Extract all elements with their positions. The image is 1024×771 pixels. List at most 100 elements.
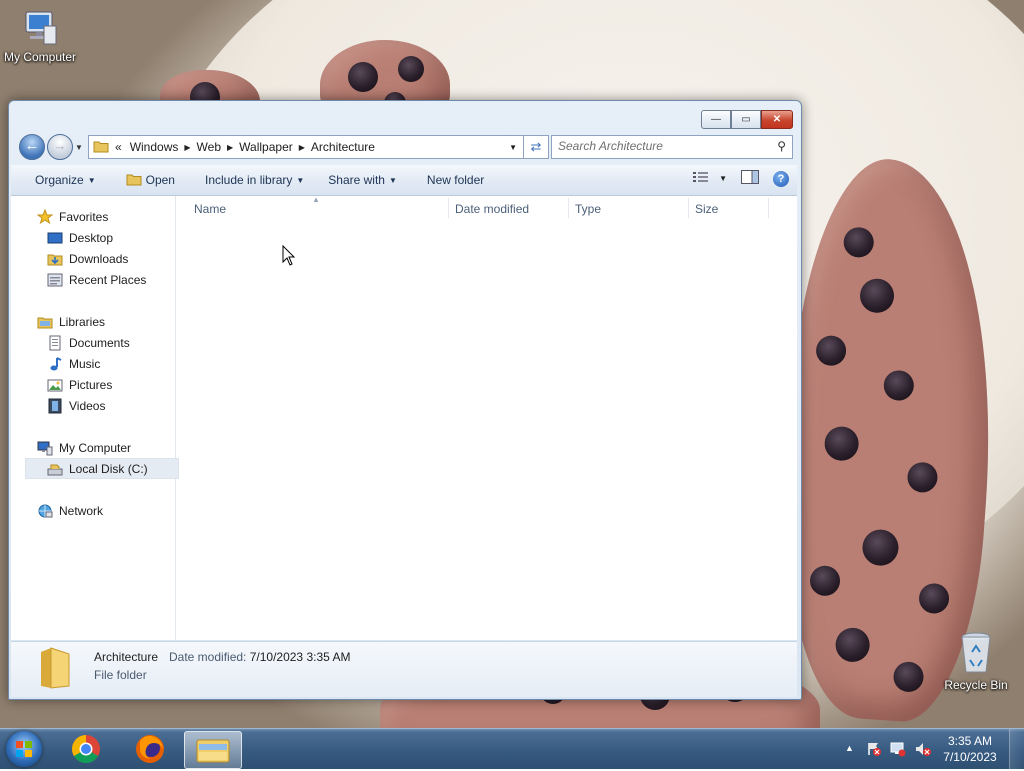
title-bar[interactable]: — ▭ ✕ [9, 101, 801, 131]
change-view-button[interactable]: ▼ [693, 171, 727, 186]
volume-muted-icon[interactable] [914, 741, 932, 760]
search-input[interactable] [552, 136, 764, 156]
network-status-icon[interactable] [890, 741, 906, 760]
folder-icon [37, 646, 73, 693]
include-in-library-menu[interactable]: Include in library ▼ [187, 173, 316, 187]
nav-label: Documents [69, 335, 130, 350]
nav-label: Local Disk (C:) [69, 461, 148, 476]
nav-label: Favorites [59, 209, 109, 224]
desktop-icon-my-computer[interactable]: My Computer [0, 8, 80, 64]
view-controls: ▼ ? [693, 170, 789, 187]
taskbar: ▲ 3:35 AM 7/10/2023 [0, 728, 1024, 769]
start-button[interactable] [6, 731, 42, 767]
taskbar-chrome[interactable] [58, 731, 114, 767]
documents-icon [47, 335, 63, 351]
command-bar: Organize ▼ Open Include in library ▼ Sha… [11, 165, 797, 196]
file-explorer-icon [196, 739, 230, 763]
clock[interactable]: 3:35 AM 7/10/2023 [940, 733, 1000, 765]
nav-downloads[interactable]: Downloads [47, 248, 128, 269]
nav-local-disk[interactable]: Local Disk (C:) [25, 458, 179, 479]
column-size[interactable]: Size [695, 202, 718, 216]
column-divider[interactable] [568, 198, 569, 218]
nav-my-computer[interactable]: My Computer [37, 437, 131, 458]
new-folder-label: New folder [426, 173, 485, 187]
clock-date: 7/10/2023 [943, 750, 997, 764]
address-segment-architecture[interactable]: Architecture [305, 140, 381, 154]
address-overflow[interactable]: « [109, 140, 128, 154]
nav-recent-places[interactable]: Recent Places [47, 269, 146, 290]
hard-drive-icon [47, 461, 63, 477]
search-icon[interactable]: ⚲ [777, 139, 786, 153]
preview-pane-icon [741, 170, 759, 184]
videos-icon [47, 398, 63, 414]
details-pane: Architecture Date modified: 7/10/2023 3:… [11, 641, 797, 697]
nav-label: Network [59, 503, 104, 518]
column-divider[interactable] [768, 198, 769, 218]
maximize-button[interactable]: ▭ [731, 110, 761, 129]
back-button[interactable]: ← [19, 134, 45, 160]
address-dropdown-icon[interactable]: ▼ [509, 143, 517, 152]
minimize-button[interactable]: — [701, 110, 731, 129]
nav-network[interactable]: Network [37, 500, 103, 521]
address-segment-windows[interactable]: Windows [128, 140, 185, 154]
help-icon[interactable]: ? [773, 170, 789, 187]
nav-favorites[interactable]: Favorites [36, 206, 109, 227]
nav-label: Libraries [59, 314, 106, 329]
computer-icon [37, 440, 53, 456]
show-hidden-icons-icon[interactable]: ▲ [845, 743, 854, 753]
address-segment-web[interactable]: Web [191, 140, 227, 154]
content-area: Favorites Desktop Downloads Recent Place… [11, 195, 797, 640]
recycle-bin-icon [956, 630, 996, 676]
address-segment-wallpaper[interactable]: Wallpaper [233, 140, 299, 154]
nav-music[interactable]: Music [47, 353, 100, 374]
nav-pictures[interactable]: Pictures [47, 374, 112, 395]
details-date-modified: Date modified: 7/10/2023 3:35 AM [169, 650, 350, 664]
action-center-icon[interactable] [866, 741, 882, 760]
file-list[interactable] [176, 220, 796, 640]
details-type: File folder [94, 668, 147, 682]
navigation-row: ← → ▼ « Windows ▶ Web ▶ Wallpaper ▶ Arch… [9, 131, 801, 163]
chevron-down-icon: ▼ [296, 175, 305, 185]
column-name[interactable]: Name [194, 202, 226, 216]
nav-videos[interactable]: Videos [47, 395, 105, 416]
nav-label: Music [69, 356, 101, 371]
new-folder-button[interactable]: New folder [409, 173, 496, 187]
column-date-modified[interactable]: Date modified [455, 202, 529, 216]
column-divider[interactable] [448, 198, 449, 218]
refresh-button[interactable]: ⇄ [524, 135, 549, 159]
open-button[interactable]: Open [108, 172, 187, 189]
share-with-menu[interactable]: Share with ▼ [316, 173, 409, 187]
taskbar-firefox[interactable] [122, 731, 178, 767]
clock-time: 3:35 AM [947, 734, 993, 748]
downloads-folder-icon [47, 251, 63, 267]
column-divider[interactable] [688, 198, 689, 218]
organize-label: Organize [35, 173, 84, 187]
network-icon [37, 503, 53, 519]
close-button[interactable]: ✕ [761, 110, 793, 129]
details-date-label: Date modified: [169, 650, 247, 664]
nav-label: Desktop [69, 230, 114, 245]
desktop-icon [47, 230, 63, 246]
organize-menu[interactable]: Organize ▼ [11, 173, 108, 187]
chevron-down-icon: ▼ [87, 175, 96, 185]
back-arrow-icon: ← [24, 137, 40, 154]
nav-documents[interactable]: Documents [47, 332, 130, 353]
column-type[interactable]: Type [575, 202, 601, 216]
refresh-icon: ⇄ [530, 139, 542, 154]
taskbar-explorer[interactable] [184, 731, 242, 769]
preview-pane-button[interactable] [741, 170, 759, 187]
nav-label: My Computer [59, 440, 132, 455]
computer-icon [20, 8, 60, 48]
desktop-icon-recycle-bin[interactable]: Recycle Bin [936, 630, 1016, 692]
search-box[interactable]: ⚲ [551, 135, 793, 159]
forward-button[interactable]: → [47, 134, 73, 160]
recent-pages-dropdown[interactable]: ▼ [75, 143, 83, 152]
details-view-icon [693, 171, 709, 186]
address-bar[interactable]: « Windows ▶ Web ▶ Wallpaper ▶ Architectu… [88, 135, 524, 159]
libraries-icon [37, 314, 53, 330]
show-desktop-button[interactable] [1009, 729, 1024, 769]
nav-desktop[interactable]: Desktop [47, 227, 113, 248]
nav-label: Pictures [69, 377, 113, 392]
nav-libraries[interactable]: Libraries [37, 311, 105, 332]
mouse-cursor-icon [282, 244, 296, 270]
